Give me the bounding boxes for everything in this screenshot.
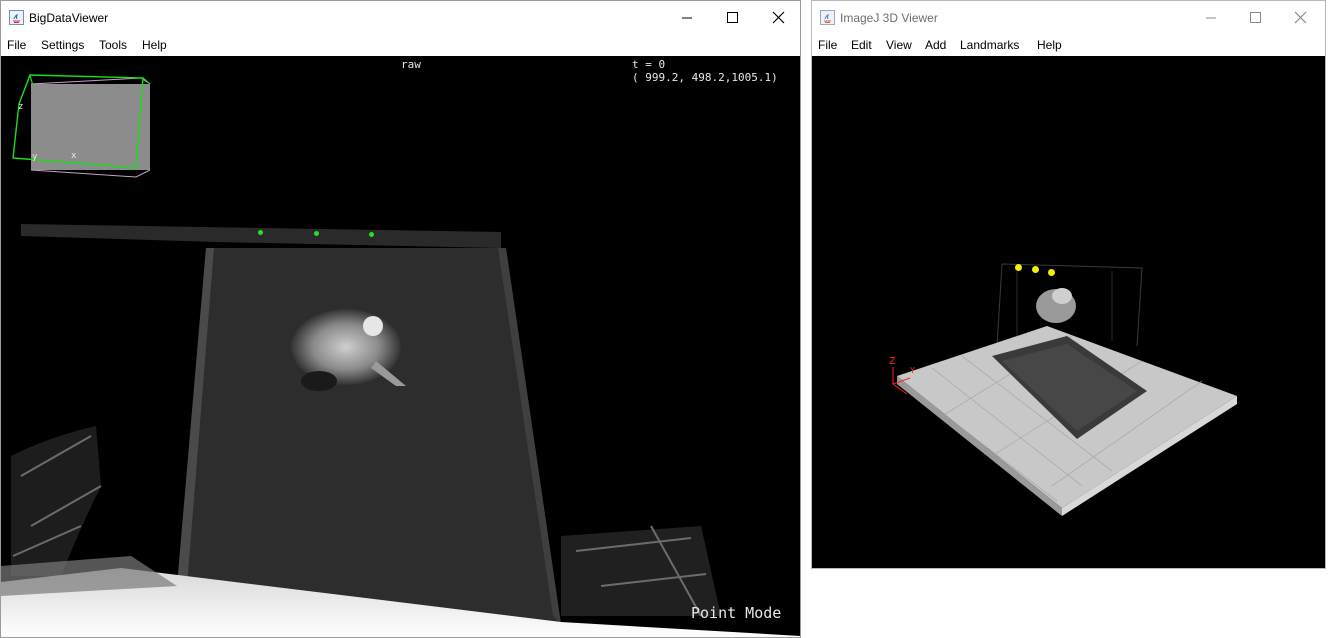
image-viewer-canvas[interactable]: z y x raw t = 0 ( 999.2, 498.2,1005.1) P… [1,56,800,637]
volume-slice-image [1,74,800,637]
landmark-point[interactable] [1014,263,1022,271]
axis-label-x: x [71,151,77,161]
mode-indicator: Point Mode [691,604,782,622]
timepoint-label: t = 0 [632,58,666,71]
source-name-label: raw [401,58,421,71]
landmark-point[interactable] [1031,265,1039,273]
menu-landmarks[interactable]: Landmarks [960,37,1019,53]
axis-label-y: Y [910,366,915,375]
3d-render-canvas[interactable]: Z Y [812,56,1325,568]
landmark-point[interactable] [1047,268,1055,276]
menu-bar: File Settings Tools Help [1,34,800,56]
maximize-icon [727,12,738,23]
maximize-button[interactable] [710,1,756,34]
menu-tools[interactable]: Tools [99,37,127,53]
volume-render [892,263,1237,516]
minimize-icon [1206,17,1216,19]
close-icon [1294,11,1307,24]
menu-bar: File Edit View Add Landmarks Help [812,34,1325,56]
menu-help[interactable]: Help [1037,37,1062,53]
landmark-point[interactable] [257,229,263,235]
menu-settings[interactable]: Settings [41,37,84,53]
menu-edit[interactable]: Edit [851,37,872,53]
bigdataviewer-window: BigDataViewer File Settings Tools Help z… [0,0,801,638]
window-title: BigDataViewer [29,11,109,25]
landmark-point[interactable] [313,230,319,236]
menu-add[interactable]: Add [925,37,946,53]
maximize-icon [1250,12,1261,23]
axis-label-z: Z [889,356,896,367]
menu-view[interactable]: View [886,37,912,53]
axis-label-z: z [18,102,24,112]
menu-help[interactable]: Help [142,37,167,53]
close-button[interactable] [1278,1,1324,34]
minimize-button[interactable] [664,1,710,34]
window-title: ImageJ 3D Viewer [840,11,938,25]
java-app-icon [820,10,835,25]
close-button[interactable] [756,1,802,34]
maximize-button[interactable] [1233,1,1279,34]
menu-file[interactable]: File [818,37,837,53]
imagej-3d-viewer-window: ImageJ 3D Viewer File Edit View Add Land… [811,0,1326,569]
title-bar[interactable]: ImageJ 3D Viewer [812,1,1325,34]
title-bar[interactable]: BigDataViewer [1,1,800,34]
minimize-button[interactable] [1188,1,1234,34]
menu-file[interactable]: File [7,37,26,53]
minimize-icon [682,17,692,19]
java-app-icon [9,10,24,25]
close-icon [772,11,785,24]
coordinate-readout: ( 999.2, 498.2,1005.1) [632,71,778,84]
landmark-point[interactable] [368,231,374,237]
axis-label-y: y [32,152,38,162]
